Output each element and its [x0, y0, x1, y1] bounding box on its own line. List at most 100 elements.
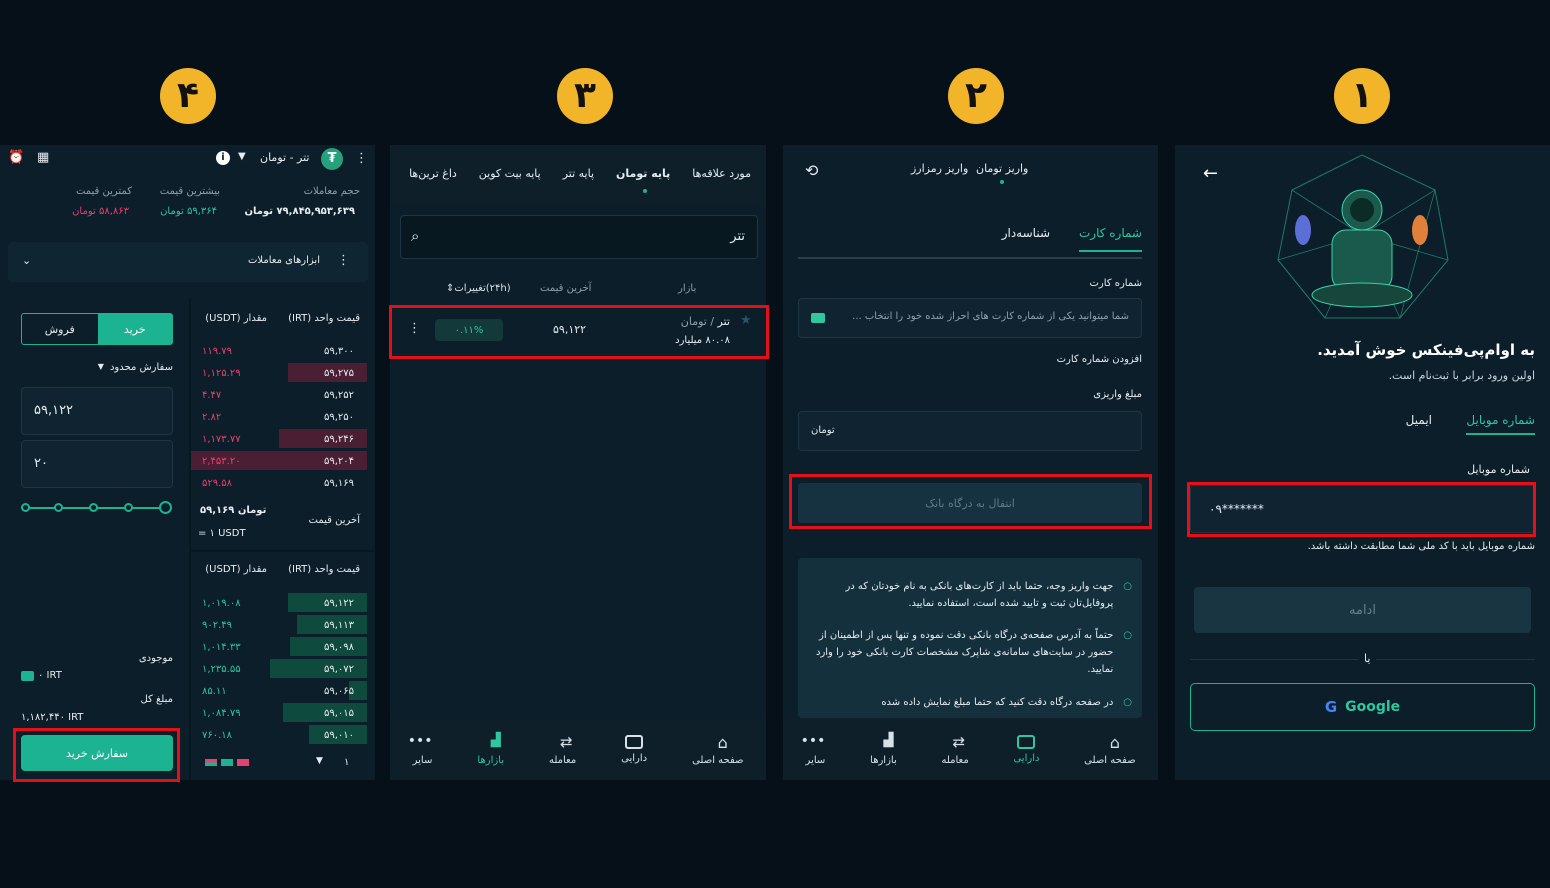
total-label: مبلغ کل: [140, 694, 173, 705]
subtab-id[interactable]: شناسه‌دار: [1002, 226, 1050, 240]
nav-markets[interactable]: ▟ بازارها: [477, 733, 504, 766]
tab-email[interactable]: ایمیل: [1406, 413, 1432, 427]
nav-assets[interactable]: دارایی: [621, 734, 648, 764]
slider-stop: [54, 503, 63, 512]
col-change-label: تغییرات(۲۴h): [454, 283, 511, 294]
tab-mobile[interactable]: شماره موبایل: [1466, 413, 1535, 435]
amount-input[interactable]: ۲۰: [21, 440, 173, 488]
nav-home[interactable]: ⌂ صفحه اصلی: [1084, 733, 1135, 766]
note-item-1: ○ جهت واریز وجه، حتما باید از کارت‌های ب…: [812, 578, 1132, 612]
balance-row: ۰ IRT: [21, 670, 62, 681]
ask-price[interactable]: ۵۹,۲۵۲: [324, 385, 354, 405]
subtab-card-label: شماره کارت: [1078, 226, 1142, 240]
continue-button[interactable]: ادامه: [1194, 587, 1531, 633]
pair-title[interactable]: تتر - تومان: [260, 151, 309, 164]
bid-amount[interactable]: ۱,۰۱۹.۰۸: [202, 593, 241, 613]
tab-btc-base[interactable]: پایه بیت کوین: [479, 167, 541, 180]
tab-favorites[interactable]: مورد علاقه‌ها: [692, 167, 751, 180]
ask-amount[interactable]: ۱,۱۲۵.۲۹: [202, 363, 241, 383]
calculator-icon[interactable]: ▦: [37, 150, 49, 165]
sell-tab[interactable]: فروش: [22, 314, 98, 344]
tools-menu-icon: ⋮: [337, 253, 350, 268]
ask-amount[interactable]: ۲,۴۵۳.۲۰: [202, 451, 241, 471]
active-tab-dot: [1000, 180, 1005, 184]
subtab-card[interactable]: شماره کارت: [1078, 226, 1142, 252]
tab-deposit-toman[interactable]: واریز تومان: [976, 162, 1028, 184]
back-arrow-icon[interactable]: ←: [1203, 163, 1218, 184]
more-menu-icon[interactable]: ⋮: [355, 151, 368, 166]
nav-more[interactable]: ••• سایر: [801, 733, 826, 766]
bid-price[interactable]: ۵۹,۰۱۵: [324, 703, 354, 723]
ask-price[interactable]: ۵۹,۲۵۰: [324, 407, 354, 427]
tab-deposit-crypto[interactable]: واریز رمزارز: [911, 162, 968, 175]
amount-slider[interactable]: [21, 501, 173, 514]
ask-price[interactable]: ۵۹,۱۶۹: [324, 473, 354, 493]
nav-trade[interactable]: ⇄ معامله: [549, 733, 576, 766]
deposit-screen: ⟲ واریز تومان واریز رمزارز شماره کارت شن…: [783, 145, 1158, 780]
col-change[interactable]: ⇕تغییرات(۲۴h): [446, 283, 511, 294]
nav-trade[interactable]: ⇄ معامله: [941, 733, 968, 766]
low-value: ۵۸,۸۶۳ تومان: [72, 206, 129, 217]
depth-dropdown-icon[interactable]: ▼: [316, 756, 323, 766]
nav-more[interactable]: ••• سایر: [408, 733, 433, 766]
bid-amount[interactable]: ۹۰۲.۴۹: [202, 615, 232, 635]
bid-price[interactable]: ۵۹,۱۲۲: [324, 593, 354, 613]
ask-price[interactable]: ۵۹,۲۰۴: [324, 451, 354, 471]
ask-price[interactable]: ۵۹,۳۰۰: [324, 341, 354, 361]
caret-down-icon: ▼: [97, 362, 104, 371]
order-type-label: سفارش محدود: [109, 362, 173, 373]
ask-amount[interactable]: ۴.۴۷: [202, 385, 221, 405]
nav-assets[interactable]: دارایی: [1013, 734, 1039, 764]
nav-home[interactable]: ⌂ صفحه اصلی: [692, 733, 743, 766]
nav-markets[interactable]: ▟ بازارها: [870, 733, 897, 766]
info-icon[interactable]: i: [216, 151, 230, 165]
tab-mobile-label: شماره موبایل: [1466, 413, 1535, 427]
history-icon[interactable]: ⟲: [805, 161, 818, 180]
bid-price[interactable]: ۵۹,۰۶۵: [324, 681, 354, 701]
google-button[interactable]: G Google: [1190, 683, 1535, 731]
home-icon: ⌂: [1109, 732, 1120, 752]
amount-input[interactable]: تومان: [798, 411, 1142, 451]
market-search-input[interactable]: تتر ⌕: [400, 215, 758, 259]
bid-amount[interactable]: ۷۶۰.۱۸: [202, 725, 232, 745]
tab-hottest[interactable]: داغ ترین‌ها: [409, 167, 457, 180]
mobile-field-label: شماره موبایل: [1467, 463, 1530, 476]
ask-amount[interactable]: ۲.۸۲: [202, 407, 221, 427]
or-label: یا: [1358, 652, 1377, 665]
nav-assets-label: دارایی: [621, 752, 648, 764]
bid-amount[interactable]: ۱,۲۳۵.۵۵: [202, 659, 241, 679]
bid-amount[interactable]: ۸۵.۱۱: [202, 681, 227, 701]
bid-amount[interactable]: ۱,۰۱۴.۳۳: [202, 637, 241, 657]
card-select[interactable]: شما میتوانید یکی از شماره کارت های احراز…: [798, 298, 1142, 338]
tab-usdt-base[interactable]: پایه تتر: [563, 167, 594, 180]
nav-home-label: صفحه اصلی: [1084, 754, 1136, 766]
google-icon: G: [1324, 698, 1338, 716]
bid-price[interactable]: ۵۹,۰۷۲: [324, 659, 354, 679]
bid-price[interactable]: ۵۹,۰۱۰: [324, 725, 354, 745]
ask-price[interactable]: ۵۹,۲۴۶: [324, 429, 354, 449]
order-type-select[interactable]: سفارش محدود ▼: [98, 362, 173, 373]
depth-value[interactable]: ۱: [344, 757, 349, 768]
card-label: شماره کارت: [1089, 278, 1142, 289]
slider-handle[interactable]: [159, 501, 172, 514]
price-input[interactable]: ۵۹,۱۲۲: [21, 387, 173, 435]
ask-amount[interactable]: ۱,۱۷۳.۷۷: [202, 429, 241, 449]
market-tab-row: مورد علاقه‌ها پایه تومان پایه تتر پایه ب…: [409, 167, 751, 193]
bid-price[interactable]: ۵۹,۱۱۳: [324, 615, 354, 635]
buy-tab[interactable]: خرید: [97, 314, 172, 344]
add-card-link[interactable]: افزودن شماره کارت: [1057, 354, 1142, 365]
tab-deposit-toman-label: واریز تومان: [976, 162, 1029, 175]
ask-price[interactable]: ۵۹,۲۷۵: [324, 363, 354, 383]
tools-bar[interactable]: ⌄ ابزارهای معاملات ⋮: [8, 242, 368, 282]
bid-price[interactable]: ۵۹,۰۹۸: [324, 637, 354, 657]
ask-amount[interactable]: ۱۱۹.۷۹: [202, 341, 232, 361]
ask-amount[interactable]: ۵۲۹.۵۸: [202, 473, 232, 493]
price-input-value: ۵۹,۱۲۲: [34, 403, 74, 418]
dropdown-icon[interactable]: ▼: [238, 151, 246, 162]
orderbook-view-toggle[interactable]: [205, 759, 249, 766]
alarm-icon[interactable]: ⏰: [8, 150, 24, 165]
bid-amount[interactable]: ۱,۰۸۴.۷۹: [202, 703, 241, 723]
note-bullet-icon: ○: [1123, 581, 1132, 592]
tab-toman-base[interactable]: پایه تومان: [616, 167, 670, 193]
chevron-down-icon: ⌄: [22, 254, 32, 267]
